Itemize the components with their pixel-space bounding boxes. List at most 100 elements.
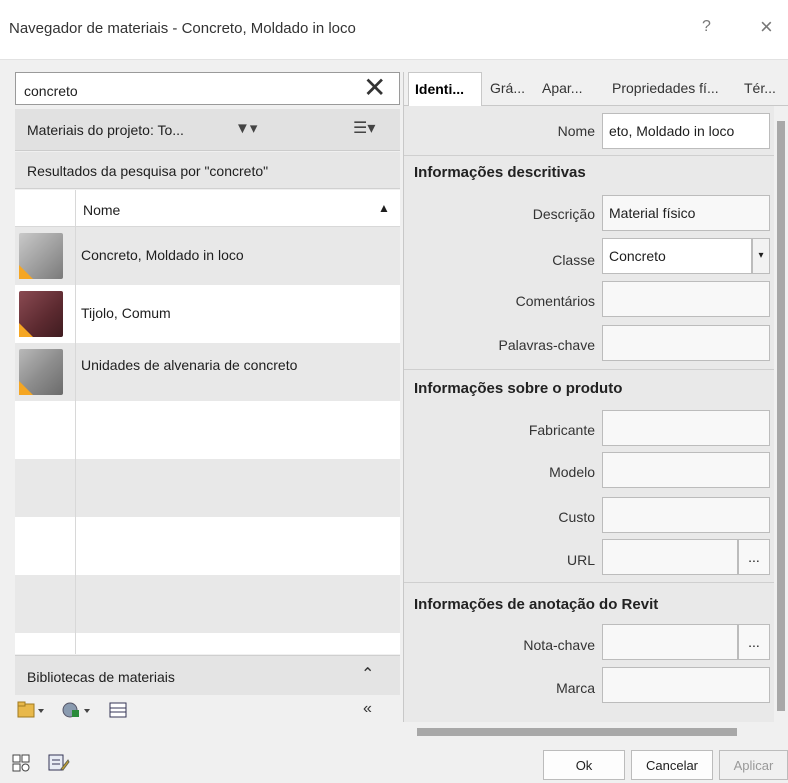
properties-horizontal-scrollbar[interactable]: [403, 726, 773, 738]
keywords-label: Palavras-chave: [498, 337, 596, 353]
keynote-browse-button[interactable]: ...: [738, 624, 770, 660]
scrollbar-thumb[interactable]: [777, 121, 785, 711]
divider: [404, 582, 788, 583]
section-descriptive-info: Informações descritivas: [414, 164, 586, 181]
cancel-button[interactable]: Cancelar: [631, 750, 713, 780]
dialog-footer: Ok Cancelar Aplicar: [0, 740, 788, 783]
material-name: Unidades de alvenaria de concreto: [81, 357, 298, 373]
window-title: Navegador de materiais - Concreto, Molda…: [9, 20, 356, 37]
clear-search-icon[interactable]: ✕: [363, 74, 386, 102]
project-material-flag-icon: [19, 265, 33, 279]
empty-row: [15, 517, 400, 575]
materials-table: Nome ▲ Concreto, Moldado in loco Tijolo,…: [15, 190, 400, 654]
mark-label: Marca: [556, 680, 595, 696]
project-materials-label[interactable]: Materiais do projeto: To...: [27, 122, 184, 138]
material-name: Concreto, Moldado in loco: [81, 247, 244, 263]
column-divider: [75, 343, 76, 401]
url-field[interactable]: [602, 539, 738, 575]
title-bar: Navegador de materiais - Concreto, Molda…: [0, 0, 788, 60]
comments-field[interactable]: [602, 281, 770, 317]
material-list-panel: concreto ✕ Materiais do projeto: To... ▼…: [15, 72, 400, 722]
column-divider: [75, 401, 76, 459]
open-library-icon[interactable]: [17, 701, 45, 722]
name-field[interactable]: eto, Moldado in loco: [602, 113, 770, 149]
class-dropdown-icon[interactable]: ▾: [752, 238, 770, 274]
material-properties-panel: Identi... Grá... Apar... Propriedades fí…: [403, 72, 788, 722]
material-thumbnail-block: [19, 349, 63, 395]
divider: [404, 155, 788, 156]
material-thumbnail-brick: [19, 291, 63, 337]
asset-browser-icon[interactable]: [12, 754, 30, 777]
mark-field[interactable]: [602, 667, 770, 703]
filter-icon[interactable]: ▼▾: [235, 119, 257, 137]
scrollbar-thumb[interactable]: [417, 728, 737, 736]
comments-label: Comentários: [515, 293, 595, 309]
library-toolbar: «: [15, 696, 400, 726]
keynote-field[interactable]: [602, 624, 738, 660]
section-product-info: Informações sobre o produto: [414, 380, 623, 397]
search-input[interactable]: concreto ✕: [15, 72, 400, 105]
column-divider: [75, 575, 76, 633]
table-row[interactable]: Concreto, Moldado in loco: [15, 227, 400, 285]
properties-tabs: Identi... Grá... Apar... Propriedades fí…: [404, 72, 788, 106]
ok-button[interactable]: Ok: [543, 750, 625, 780]
class-label: Classe: [552, 252, 595, 268]
column-divider: [75, 227, 76, 285]
search-value: concreto: [24, 83, 78, 99]
cost-field[interactable]: [602, 497, 770, 533]
help-button[interactable]: ?: [702, 18, 711, 36]
table-header: Nome ▲: [15, 190, 400, 227]
model-label: Modelo: [549, 464, 595, 480]
apply-button[interactable]: Aplicar: [719, 750, 788, 780]
url-label: URL: [566, 552, 595, 568]
material-libraries-label: Bibliotecas de materiais: [27, 669, 175, 685]
name-label: Nome: [557, 123, 595, 139]
description-field[interactable]: Material físico: [602, 195, 770, 231]
edit-material-icon[interactable]: [48, 754, 70, 777]
material-libraries-bar: Bibliotecas de materiais ⌃: [15, 655, 400, 695]
column-divider: [75, 633, 76, 654]
collapse-library-icon[interactable]: «: [363, 700, 372, 718]
tab-thermal[interactable]: Tér...: [744, 80, 776, 96]
tab-physical[interactable]: Propriedades fí...: [612, 80, 719, 96]
description-label: Descrição: [532, 206, 595, 222]
column-divider: [75, 517, 76, 575]
column-divider: [75, 285, 76, 343]
column-header-name[interactable]: Nome: [83, 202, 120, 218]
empty-row: [15, 575, 400, 633]
empty-row: [15, 459, 400, 517]
empty-row: [15, 633, 400, 654]
material-thumbnail-concrete: [19, 233, 63, 279]
empty-row: [15, 401, 400, 459]
create-material-icon[interactable]: [61, 701, 91, 722]
manufacturer-field[interactable]: [602, 410, 770, 446]
manufacturer-label: Fabricante: [528, 422, 595, 438]
view-options-icon[interactable]: ☰▾: [353, 118, 375, 138]
expand-libraries-icon[interactable]: ⌃: [361, 664, 374, 684]
divider: [404, 369, 788, 370]
material-name: Tijolo, Comum: [81, 305, 171, 321]
table-row[interactable]: Tijolo, Comum: [15, 285, 400, 343]
table-row[interactable]: Unidades de alvenaria de concreto: [15, 343, 400, 401]
tab-appearance[interactable]: Apar...: [542, 80, 582, 96]
project-material-flag-icon: [19, 381, 33, 395]
url-browse-button[interactable]: ...: [738, 539, 770, 575]
search-results-label: Resultados da pesquisa por "concreto": [27, 163, 269, 179]
close-button[interactable]: ×: [760, 14, 773, 40]
column-divider: [75, 190, 76, 227]
tab-graphics[interactable]: Grá...: [490, 80, 525, 96]
column-divider: [75, 459, 76, 517]
project-material-flag-icon: [19, 323, 33, 337]
search-results-header: Resultados da pesquisa por "concreto": [15, 152, 400, 189]
material-editor-icon[interactable]: [109, 701, 127, 722]
tab-identity[interactable]: Identi...: [408, 72, 482, 106]
class-select[interactable]: Concreto: [602, 238, 752, 274]
section-revit-annotation: Informações de anotação do Revit: [414, 596, 659, 613]
keynote-label: Nota-chave: [523, 637, 595, 653]
properties-vertical-scrollbar[interactable]: [774, 106, 788, 726]
project-materials-bar: Materiais do projeto: To... ▼▾ ☰▾: [15, 109, 400, 151]
keywords-field[interactable]: [602, 325, 770, 361]
sort-ascending-icon[interactable]: ▲: [378, 201, 390, 215]
cost-label: Custo: [558, 509, 595, 525]
model-field[interactable]: [602, 452, 770, 488]
